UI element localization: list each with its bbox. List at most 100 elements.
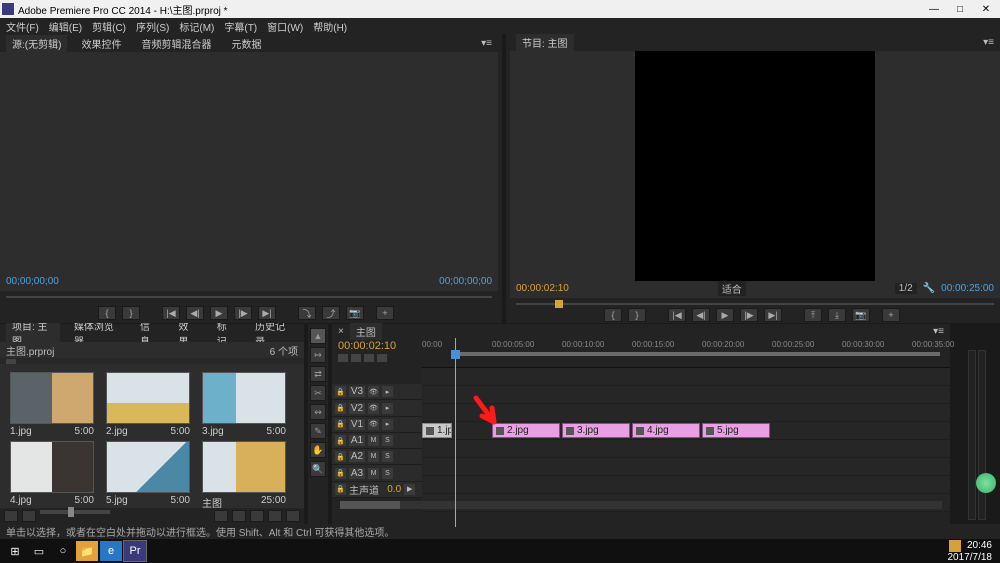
track-mute-button[interactable]: M (368, 451, 379, 462)
track-output-icon[interactable]: ▸ (382, 419, 393, 430)
pen-tool[interactable]: ✎ (310, 423, 326, 439)
timeline-clip[interactable]: 4.jpg (632, 423, 700, 438)
tab-source[interactable]: 源:(无剪辑) (6, 35, 67, 52)
prg-play-button[interactable]: ▶ (716, 308, 734, 322)
bin-item[interactable]: 2.jpg5:00 (106, 372, 198, 437)
prg-export-frame-button[interactable]: 📷 (852, 308, 870, 322)
menu-window[interactable]: 窗口(W) (267, 19, 303, 34)
track-select-tool[interactable]: ↦ (310, 347, 326, 363)
src-mark-in-button[interactable]: { (98, 306, 116, 320)
timeline-zoom-scrollbar[interactable] (340, 501, 942, 509)
src-overwrite-button[interactable]: ⤴ (322, 306, 340, 320)
src-insert-button[interactable]: ⤵ (298, 306, 316, 320)
src-mark-out-button[interactable]: } (122, 306, 140, 320)
track-v1[interactable]: 1.jpg 2.jpg 3.jpg 4.jpg 5.jpg (422, 422, 950, 440)
playhead-marker[interactable] (555, 300, 563, 308)
taskbar-app-explorer[interactable]: 📁 (76, 541, 98, 561)
delete-button[interactable] (286, 510, 300, 522)
hand-tool[interactable]: ✋ (310, 442, 326, 458)
menu-edit[interactable]: 编辑(E) (49, 19, 82, 34)
track-header-v1[interactable]: 🔒V1👁▸ (332, 417, 422, 433)
prg-mark-in-button[interactable]: { (604, 308, 622, 322)
src-step-fwd-button[interactable]: |▶ (234, 306, 252, 320)
menu-file[interactable]: 文件(F) (6, 19, 39, 34)
track-eye-icon[interactable]: 👁 (368, 403, 379, 414)
tray-badge-icon[interactable] (949, 540, 961, 552)
track-mute-button[interactable]: M (368, 468, 379, 479)
track-a1[interactable] (422, 440, 950, 458)
src-step-back-button[interactable]: ◀| (186, 306, 204, 320)
bin-item[interactable]: 5.jpg5:00 (106, 441, 198, 508)
taskview-button[interactable]: ▭ (28, 541, 50, 561)
list-view-button[interactable] (4, 510, 18, 522)
track-eye-icon[interactable]: 👁 (368, 386, 379, 397)
program-resolution-dropdown[interactable]: 1/2 (895, 283, 917, 294)
panel-menu-icon[interactable]: ▾≡ (933, 326, 944, 337)
track-lock-icon[interactable]: 🔒 (335, 419, 346, 430)
track-lock-icon[interactable]: 🔒 (335, 468, 346, 479)
find-button[interactable] (232, 510, 246, 522)
work-area-bar[interactable] (457, 352, 940, 356)
track-v2[interactable] (422, 404, 950, 422)
zoom-tool[interactable]: 🔍 (310, 461, 326, 477)
track-solo-button[interactable]: S (382, 451, 393, 462)
prg-extract-button[interactable]: ⤓ (828, 308, 846, 322)
playhead[interactable] (455, 338, 456, 527)
src-play-button[interactable]: ▶ (210, 306, 228, 320)
cortana-button[interactable]: ○ (52, 541, 74, 561)
bin-item[interactable]: 1.jpg5:00 (10, 372, 102, 437)
tab-program[interactable]: 节目: 主图 (516, 34, 574, 51)
taskbar-app-browser[interactable]: e (100, 541, 122, 561)
filter-bin-icon[interactable] (6, 359, 16, 364)
program-scrub-bar[interactable] (510, 298, 1000, 307)
track-header-v2[interactable]: 🔒V2👁▸ (332, 400, 422, 416)
taskbar-app-premiere[interactable]: Pr (124, 541, 146, 561)
timeline-clip[interactable]: 3.jpg (562, 423, 630, 438)
new-item-button[interactable] (268, 510, 282, 522)
src-go-in-button[interactable]: |◀ (162, 306, 180, 320)
track-output-icon[interactable]: ▸ (382, 403, 393, 414)
track-output-icon[interactable]: ▸ (382, 386, 393, 397)
prg-mark-out-button[interactable]: } (628, 308, 646, 322)
prg-go-out-button[interactable]: ▶| (764, 308, 782, 322)
timeline-clip[interactable]: 5.jpg (702, 423, 770, 438)
thumbnail-size-slider[interactable] (40, 510, 110, 514)
track-lock-icon[interactable]: 🔒 (335, 386, 346, 397)
source-monitor[interactable] (0, 52, 498, 273)
src-button-editor[interactable]: + (376, 306, 394, 320)
prg-step-fwd-button[interactable]: |▶ (740, 308, 758, 322)
track-lock-icon[interactable]: 🔒 (335, 451, 346, 462)
wrench-icon[interactable]: 🔧 (923, 283, 935, 294)
window-minimize-button[interactable]: — (922, 2, 946, 16)
src-export-frame-button[interactable]: 📷 (346, 306, 364, 320)
track-eye-icon[interactable]: 👁 (368, 419, 379, 430)
timeline-ruler[interactable]: 00:00 00:00:05:00 00:00:10:00 00:00:15:0… (422, 338, 950, 368)
timeline-clip[interactable]: 1.jpg (422, 423, 452, 438)
program-monitor[interactable] (510, 51, 1000, 281)
track-a3[interactable] (422, 476, 950, 494)
slip-tool[interactable]: ↭ (310, 404, 326, 420)
auto-match-button[interactable] (214, 510, 228, 522)
timeline-track-area[interactable]: 1.jpg 2.jpg 3.jpg 4.jpg 5.jpg (422, 368, 950, 498)
menu-help[interactable]: 帮助(H) (313, 19, 347, 34)
source-scrub-bar[interactable] (0, 291, 498, 303)
snap-icon[interactable] (338, 354, 348, 362)
ripple-edit-tool[interactable]: ⇄ (310, 366, 326, 382)
settings-icon[interactable] (377, 354, 387, 362)
prg-lift-button[interactable]: ⤒ (804, 308, 822, 322)
track-header-a1[interactable]: 🔒A1MS (332, 433, 422, 449)
bin-grid[interactable]: 1.jpg5:00 2.jpg5:00 3.jpg5:00 4.jpg5:00 … (0, 364, 304, 508)
track-solo-button[interactable]: S (382, 468, 393, 479)
bin-item[interactable]: 4.jpg5:00 (10, 441, 102, 508)
tab-audio-mixer[interactable]: 音频剪辑混合器 (135, 35, 217, 52)
menu-marker[interactable]: 标记(M) (179, 19, 214, 34)
prg-go-in-button[interactable]: |◀ (668, 308, 686, 322)
source-in-time[interactable]: 00;00;00;00 (6, 276, 59, 287)
start-button[interactable]: ⊞ (4, 541, 26, 561)
src-go-out-button[interactable]: ▶| (258, 306, 276, 320)
tab-effect-controls[interactable]: 效果控件 (75, 35, 127, 52)
track-solo-button[interactable]: S (382, 435, 393, 446)
track-lock-icon[interactable]: 🔒 (335, 403, 346, 414)
track-header-master[interactable]: 🔒主声道 0.0▶ (332, 482, 422, 498)
menu-sequence[interactable]: 序列(S) (136, 19, 169, 34)
